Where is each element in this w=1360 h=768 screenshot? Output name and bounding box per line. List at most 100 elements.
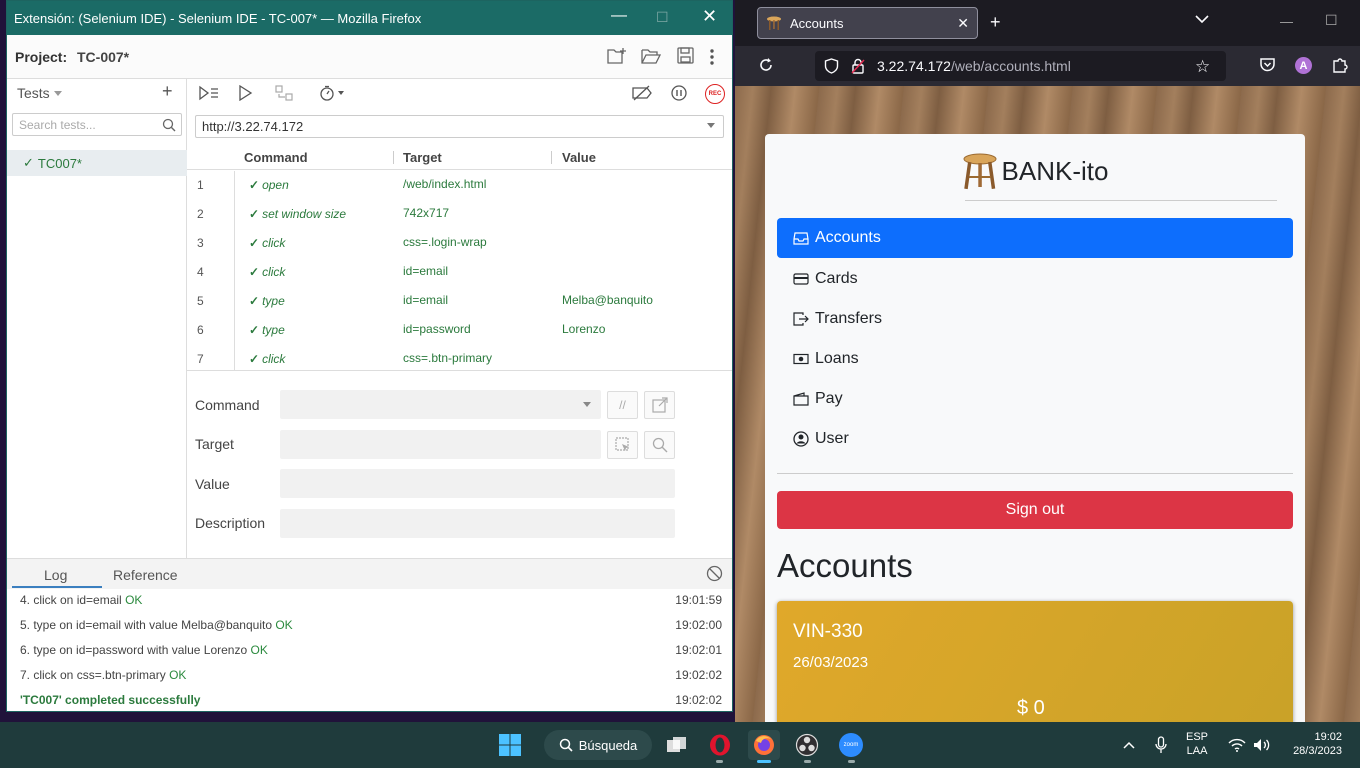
task-view-icon[interactable] [663,730,691,760]
command-cell: ✓ open [249,178,289,192]
open-reference-icon[interactable] [644,391,675,419]
project-name[interactable]: TC-007* [77,49,129,65]
nav-transfers[interactable]: Transfers [777,299,1293,339]
running-indicator [804,760,811,763]
command-row[interactable]: 3 ✓ click css=.login-wrap [187,229,732,258]
new-tab-icon[interactable]: + [990,12,1001,33]
select-target-icon[interactable] [607,431,638,459]
zoom-icon[interactable]: zoom [836,730,866,760]
selenium-ide-window: Extensión: (Selenium IDE) - Selenium IDE… [6,0,733,712]
nav-cards[interactable]: Cards [777,259,1293,299]
obs-studio-icon[interactable] [792,730,822,760]
disable-breakpoints-icon[interactable] [631,85,653,101]
step-over-icon[interactable] [275,85,293,101]
command-row[interactable]: 4 ✓ click id=email [187,258,732,287]
test-item-tc007[interactable]: ✓ TC007* [7,150,187,176]
close-tab-icon[interactable]: ✕ [957,15,969,32]
open-project-icon[interactable] [641,47,661,65]
command-row[interactable]: 2 ✓ set window size 742x717 [187,200,732,229]
tab-reference[interactable]: Reference [113,567,178,583]
tests-sidebar: Tests + Search tests... ✓ TC007* [7,79,187,559]
clear-log-icon[interactable] [706,565,723,582]
nav-loans[interactable]: Loans [777,339,1293,379]
nav-label: Pay [815,390,843,407]
row-number: 4 [197,265,204,279]
window-titlebar[interactable]: Extensión: (Selenium IDE) - Selenium IDE… [7,1,732,35]
close-icon[interactable]: ✕ [702,6,717,27]
firefox-icon[interactable] [748,730,780,760]
comment-button[interactable]: // [607,391,638,419]
maximize-icon[interactable]: ☐ [1325,12,1338,29]
speed-timer-icon[interactable] [319,85,345,101]
log-time: 19:02:01 [675,643,722,657]
value-input[interactable] [280,469,675,498]
target-input[interactable] [280,430,601,459]
new-project-icon[interactable] [607,47,627,65]
row-number: 5 [197,294,204,308]
target-cell: /web/index.html [403,177,487,191]
run-all-tests-icon[interactable] [199,85,219,101]
log-status: OK [250,643,268,657]
pocket-icon[interactable] [1259,57,1276,73]
command-text: click [262,265,286,279]
log-entry: 6. type on id=password with value Lorenz… [7,638,732,663]
tab-accounts[interactable]: Accounts ✕ [757,7,978,39]
command-row[interactable]: 1 ✓ open /web/index.html [187,171,732,200]
tests-dropdown[interactable]: Tests [7,79,187,107]
check-icon: ✓ [249,178,260,192]
system-clock[interactable]: 19:02 28/3/2023 [1284,730,1342,758]
base-url-select[interactable]: http://3.22.74.172 [195,115,724,138]
opera-icon[interactable] [705,730,735,760]
target-cell: id=email [403,293,449,307]
chevron-up-icon[interactable] [1120,730,1138,760]
test-search-input[interactable]: Search tests... [12,113,182,136]
microphone-icon[interactable] [1152,730,1170,760]
account-card[interactable]: VIN-330 26/03/2023 $ 0 [777,601,1293,741]
playback-toolbar: REC [187,79,732,109]
record-button[interactable]: REC [705,84,725,104]
extensions-puzzle-icon[interactable] [1332,56,1349,73]
column-separator [393,151,394,164]
minimize-icon[interactable]: — [1280,14,1293,29]
command-row[interactable]: 6 ✓ type id=password Lorenzo [187,316,732,345]
bookmark-star-icon[interactable]: ☆ [1195,57,1210,77]
maximize-icon[interactable]: ☐ [656,9,669,26]
add-test-icon[interactable]: + [162,81,173,102]
command-input[interactable] [280,390,601,419]
log-status: OK [125,593,143,607]
command-cell: ✓ click [249,352,285,366]
description-input[interactable] [280,509,675,538]
nav-label: Cards [815,270,858,287]
command-row[interactable]: 7 ✓ click css=.btn-primary [187,345,732,370]
command-text: set window size [262,207,347,221]
log-status: OK [169,668,187,682]
more-options-icon[interactable] [710,49,714,65]
table-header: Command Target Value [187,145,732,170]
box-arrow-right-icon [793,311,809,327]
account-avatar[interactable]: A [1295,57,1312,74]
minimize-icon[interactable]: — [611,7,627,25]
dropdown-arrow-icon [583,402,591,407]
insecure-lock-icon[interactable] [851,58,865,74]
sign-out-button[interactable]: Sign out [777,491,1293,529]
tab-log[interactable]: Log [44,567,67,583]
bank-app: BANK-ito Accounts Cards Transfers Loans … [765,134,1305,741]
wifi-icon[interactable] [1227,730,1247,760]
url-bar[interactable]: 3.22.74.172/web/accounts.html ☆ [815,51,1226,81]
save-project-icon[interactable] [677,47,694,64]
row-number: 6 [197,323,204,337]
shield-icon[interactable] [824,58,839,74]
start-windows-icon[interactable] [495,730,525,760]
language-indicator[interactable]: ESP LAA [1186,730,1208,758]
reload-icon[interactable] [758,57,774,73]
tab-list-chevron-icon[interactable] [1195,14,1209,24]
nav-user[interactable]: User [777,419,1293,459]
command-row[interactable]: 5 ✓ type id=email Melba@banquito [187,287,732,316]
nav-pay[interactable]: Pay [777,379,1293,419]
volume-icon[interactable] [1252,730,1272,760]
nav-accounts[interactable]: Accounts [777,218,1293,258]
pause-on-exceptions-icon[interactable] [671,85,687,101]
find-target-icon[interactable] [644,431,675,459]
taskbar-search[interactable]: Búsqueda [544,730,652,760]
run-current-test-icon[interactable] [239,85,253,101]
